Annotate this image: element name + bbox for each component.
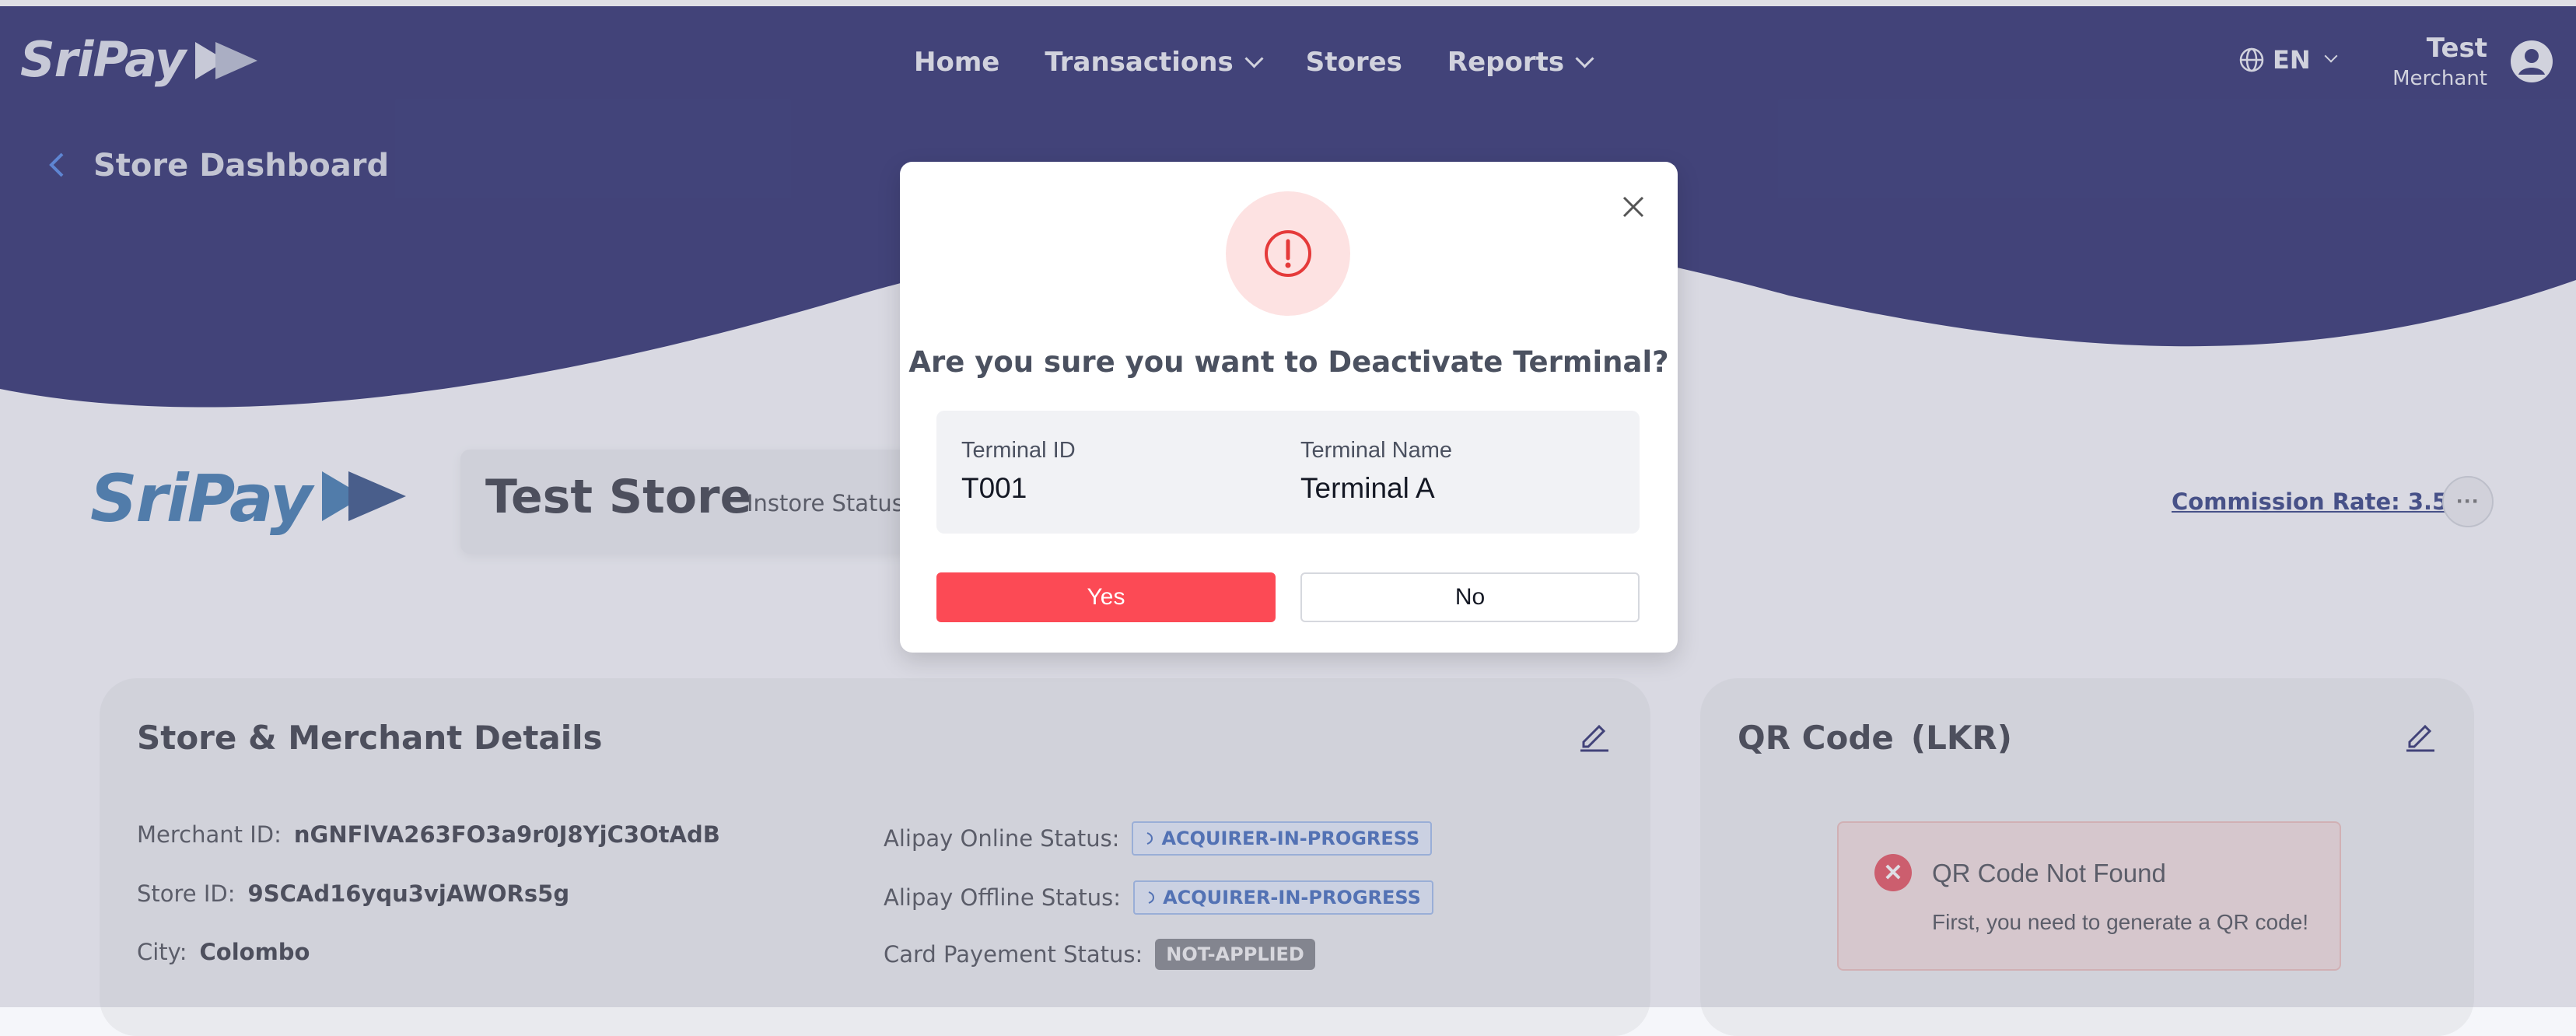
dialog-question: Are you sure you want to Deactivate Term… xyxy=(908,345,1669,379)
terminal-id-value: T001 xyxy=(961,472,1027,504)
exclamation-icon xyxy=(1265,230,1311,277)
warning-badge xyxy=(1226,191,1350,316)
terminal-name-label: Terminal Name xyxy=(1300,438,1452,463)
terminal-name-value: Terminal A xyxy=(1300,472,1435,504)
terminal-id-label: Terminal ID xyxy=(961,438,1076,463)
yes-button[interactable]: Yes xyxy=(936,572,1276,622)
no-button[interactable]: No xyxy=(1300,572,1640,622)
close-icon[interactable] xyxy=(1619,193,1647,221)
terminal-info-box xyxy=(936,411,1640,534)
